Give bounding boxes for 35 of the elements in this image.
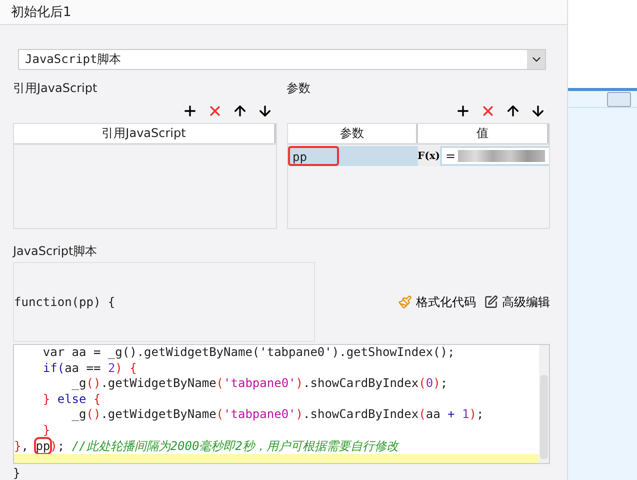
move-up-button[interactable] (232, 103, 248, 119)
delete-button[interactable] (480, 103, 496, 119)
code-line: } else { (42, 392, 102, 408)
code-closing: } (13, 466, 22, 480)
section-title: JavaScript脚本 (13, 243, 98, 260)
section-title: 引用JavaScript (13, 80, 98, 97)
column-header: 引用JavaScript (14, 124, 276, 143)
brush-icon (398, 295, 412, 309)
script-type-dropdown[interactable]: JavaScript脚本 (18, 49, 546, 70)
section-title: 参数 (286, 80, 312, 97)
window-title: 初始化后1 (0, 0, 567, 25)
add-button[interactable] (182, 103, 198, 119)
code-line: }, pp); //此处轮播间隔为2000毫秒即2秒，用户可根据需要自行修改 (14, 438, 400, 454)
function-signature: function(pp) { (13, 262, 315, 342)
scrollbar-thumb[interactable] (540, 375, 548, 459)
move-up-button[interactable] (505, 103, 521, 119)
add-button[interactable] (455, 103, 471, 119)
code-line: _g().getWidgetByName('tabpane0').showCardByIndex(0); (70, 376, 449, 392)
parameter-name: pp (288, 146, 338, 166)
format-code-button[interactable]: 格式化代码 (398, 294, 476, 310)
code-line: if(aa == 2) { (42, 360, 138, 376)
edit-icon (484, 295, 498, 309)
value-field[interactable]: = (442, 148, 549, 164)
chevron-down-icon[interactable] (527, 50, 545, 69)
parameter-row[interactable]: pp F(x) = (288, 146, 549, 166)
code-line: } (42, 422, 52, 439)
column-header: 参数 (288, 124, 418, 143)
code-editor[interactable] (13, 344, 550, 464)
formula-button[interactable]: F(x) (418, 146, 440, 166)
code-line: _g().getWidgetByName('tabpane0').showCardByIndex(aa + 1); (70, 407, 485, 423)
code-line: var aa = _g().getWidgetByName('tabpane0').getShowIndex(); (42, 345, 456, 361)
move-down-button[interactable] (256, 103, 272, 119)
move-down-button[interactable] (530, 103, 546, 119)
column-header: 值 (418, 124, 549, 143)
advanced-edit-button[interactable]: 高级编辑 (484, 294, 550, 310)
